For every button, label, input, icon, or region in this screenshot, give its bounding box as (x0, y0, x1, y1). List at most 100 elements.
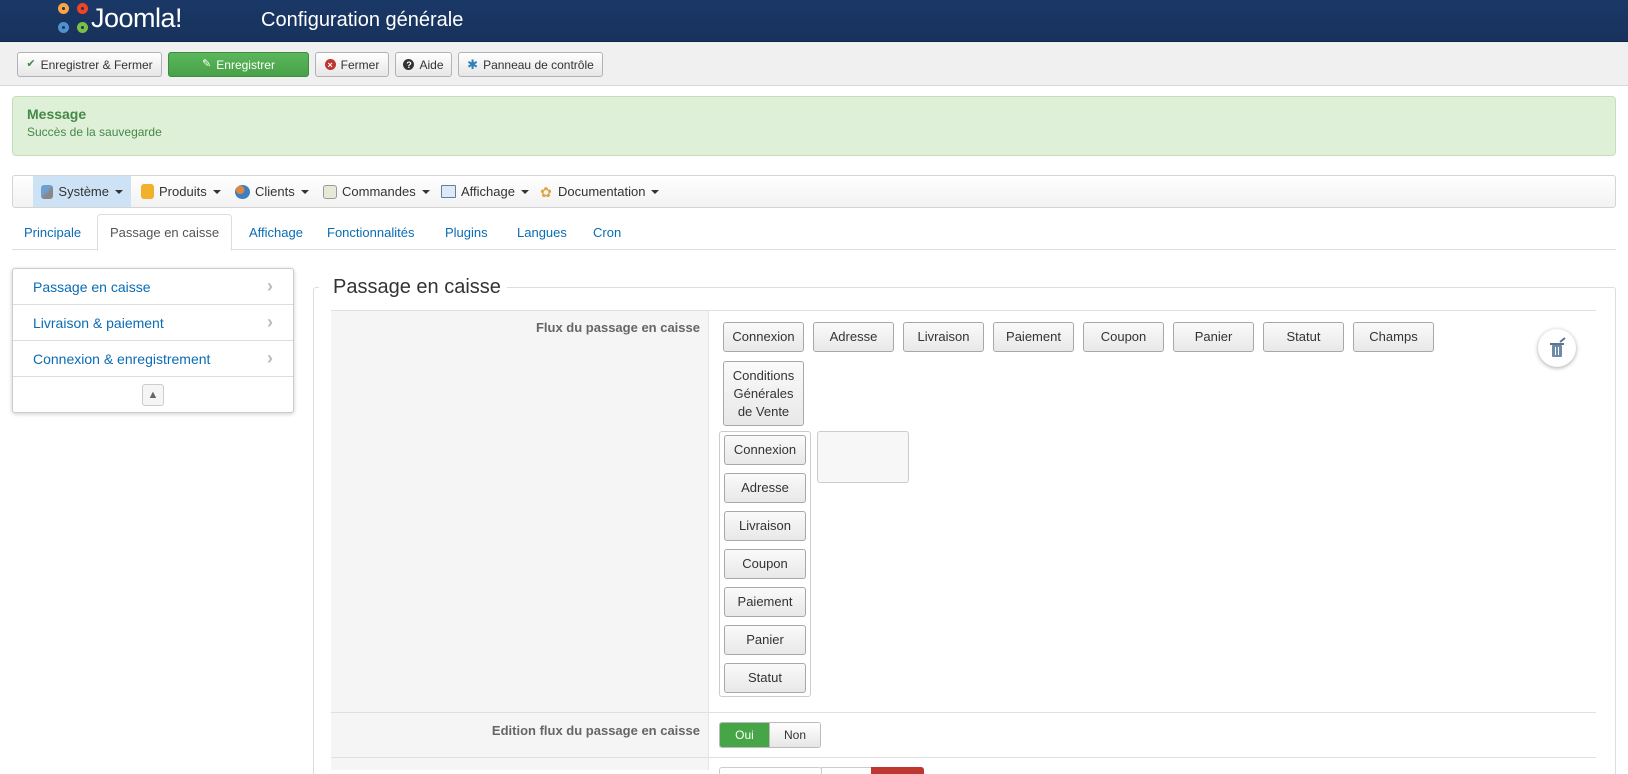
close-button[interactable]: × Fermer (315, 52, 389, 77)
users-icon (235, 184, 250, 199)
control-panel-button[interactable]: ✱ Panneau de contrôle (458, 52, 603, 77)
flow-item-panier[interactable]: Panier (1173, 322, 1254, 352)
edit-flow-label: Edition flux du passage en caisse (491, 723, 700, 738)
edit-icon: ✎ (202, 58, 212, 70)
menu-item-systeme[interactable]: Système (33, 176, 131, 207)
row-separator (331, 712, 1596, 713)
fieldset-legend: Passage en caisse (319, 276, 507, 299)
caret-down-icon (651, 189, 660, 194)
toolbar: ✔ Enregistrer & Fermer ✎ Enregistrer × F… (0, 42, 1628, 86)
chevron-right-icon: › (267, 348, 273, 368)
save-close-label: Enregistrer & Fermer (40, 57, 153, 72)
help-label: Aide (419, 57, 444, 72)
partial-field (821, 767, 872, 774)
partial-toggle-red (871, 767, 924, 774)
check-icon: ✔ (26, 58, 36, 70)
menu-item-documentation[interactable]: ✿ Documentation (531, 176, 667, 207)
success-message: Message Succès de la sauvegarde (12, 96, 1616, 156)
caret-down-icon (300, 189, 309, 194)
section-nav-label: Passage en caisse (33, 278, 151, 295)
asterisk-icon: ✱ (467, 57, 479, 72)
menu-label: Produits (159, 184, 207, 199)
tab-fonctionnalites[interactable]: Fonctionnalités (315, 214, 426, 251)
menu-item-produits[interactable]: Produits (133, 176, 229, 207)
component-menu: Système Produits Clients Commandes Affic… (12, 175, 1616, 208)
flow-item-adresse[interactable]: Adresse (813, 322, 894, 352)
toggle-no[interactable]: Non (769, 723, 820, 747)
display-icon (441, 185, 456, 198)
tab-cron[interactable]: Cron (581, 214, 633, 251)
save-button[interactable]: ✎ Enregistrer (168, 52, 309, 77)
caret-down-icon (520, 189, 529, 194)
tab-passage-en-caisse[interactable]: Passage en caisse (97, 214, 233, 251)
config-tabs: Principale Passage en caisse Affichage F… (12, 214, 1616, 251)
chevron-right-icon: › (267, 312, 273, 332)
admin-header: Joomla! Configuration générale (0, 0, 1628, 42)
caret-down-icon (115, 189, 123, 194)
label-column: Flux du passage en caisse Edition flux d… (331, 310, 709, 770)
menu-label: Affichage (461, 184, 515, 199)
flow-empty-step[interactable] (817, 431, 909, 483)
section-nav-item-connexion[interactable]: Connexion & enregistrement › (13, 341, 293, 377)
section-nav-footer: ▲ (13, 377, 293, 412)
toggle-yes[interactable]: Oui (720, 723, 769, 747)
menu-item-clients[interactable]: Clients (227, 176, 317, 207)
menu-item-commandes[interactable]: Commandes (315, 176, 438, 207)
products-icon (141, 184, 154, 199)
save-close-button[interactable]: ✔ Enregistrer & Fermer (17, 52, 162, 77)
flow-step-adresse[interactable]: Adresse (724, 473, 806, 503)
section-nav-item-passage[interactable]: Passage en caisse › (13, 269, 293, 305)
tools-icon (41, 184, 54, 199)
tab-affichage[interactable]: Affichage (237, 214, 315, 251)
menu-label: Commandes (342, 184, 416, 199)
flow-item-paiement[interactable]: Paiement (993, 322, 1074, 352)
save-label: Enregistrer (216, 57, 275, 72)
tab-plugins[interactable]: Plugins (433, 214, 500, 251)
section-nav-item-livraison[interactable]: Livraison & paiement › (13, 305, 293, 341)
menu-label: Clients (255, 184, 295, 199)
flow-step-livraison[interactable]: Livraison (724, 511, 806, 541)
flow-step-connexion[interactable]: Connexion (724, 435, 806, 465)
documentation-icon: ✿ (540, 183, 552, 200)
menu-label: Documentation (558, 184, 646, 199)
joomla-logo[interactable]: Joomla! (58, 2, 183, 34)
row-separator (331, 310, 1596, 311)
partial-field (719, 767, 822, 774)
scroll-top-button[interactable]: ▲ (142, 383, 164, 406)
help-icon: ? (403, 59, 415, 70)
tab-langues[interactable]: Langues (505, 214, 579, 251)
help-button[interactable]: ? Aide (395, 52, 452, 77)
section-nav-label: Connexion & enregistrement (33, 350, 211, 367)
trash-dropzone[interactable] (1538, 329, 1576, 367)
control-panel-label: Panneau de contrôle (483, 57, 594, 72)
flow-item-livraison[interactable]: Livraison (903, 322, 984, 352)
section-nav: Passage en caisse › Livraison & paiement… (12, 268, 294, 413)
caret-down-icon (421, 189, 430, 194)
flow-step-paiement[interactable]: Paiement (724, 587, 806, 617)
message-body: Succès de la sauvegarde (27, 125, 162, 139)
trash-icon (1550, 337, 1566, 357)
tab-principale[interactable]: Principale (12, 214, 93, 251)
menu-item-affichage[interactable]: Affichage (433, 176, 537, 207)
eject-icon: ▲ (147, 388, 159, 401)
flow-item-connexion[interactable]: Connexion (723, 322, 804, 352)
flow-step-panier[interactable]: Panier (724, 625, 806, 655)
menu-label: Système (58, 184, 109, 199)
section-nav-label: Livraison & paiement (33, 314, 164, 331)
logo-text: Joomla! (91, 2, 183, 33)
flow-step-coupon[interactable]: Coupon (724, 549, 806, 579)
flow-label: Flux du passage en caisse (535, 320, 700, 335)
close-label: Fermer (340, 57, 380, 72)
flow-item-coupon[interactable]: Coupon (1083, 322, 1164, 352)
row-separator (331, 757, 1596, 758)
edit-flow-toggle[interactable]: Oui Non (719, 722, 821, 748)
close-icon: × (324, 59, 336, 70)
flow-item-statut[interactable]: Statut (1263, 322, 1344, 352)
flow-step-statut[interactable]: Statut (724, 663, 806, 693)
page-title: Configuration générale (261, 9, 464, 31)
joomla-logo-icon (58, 3, 88, 33)
message-heading: Message (27, 106, 87, 122)
chevron-right-icon: › (267, 276, 273, 296)
flow-item-cgv[interactable]: Conditions Générales de Vente (723, 361, 804, 426)
flow-item-champs[interactable]: Champs (1353, 322, 1434, 352)
